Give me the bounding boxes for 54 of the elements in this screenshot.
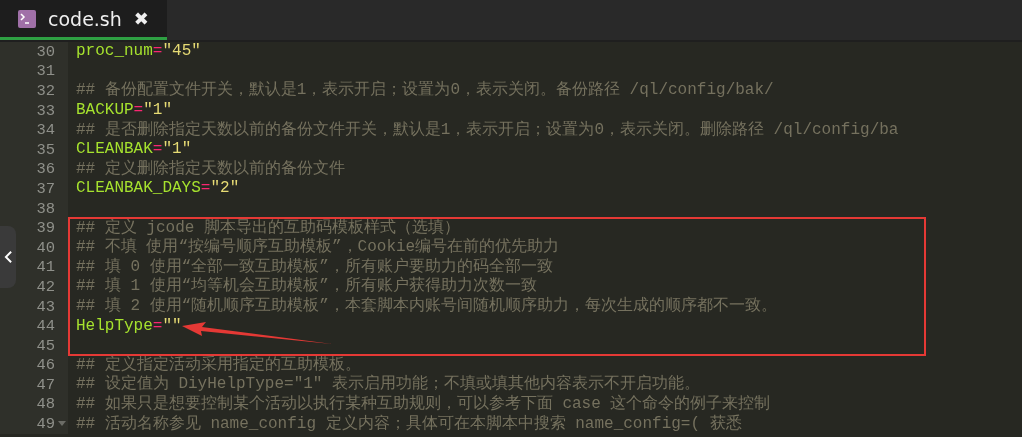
line-number: 30 <box>36 42 55 61</box>
line-number: 32 <box>36 82 55 100</box>
variable-name: HelpType <box>76 316 153 335</box>
line-number: 48 <box>36 395 55 414</box>
equals-operator: = <box>200 179 211 198</box>
code-comment: ## 活动名称参见 name_config 定义内容；具体可在本脚本中搜索 name_config=( 获悉 <box>76 414 742 433</box>
code-comment: ## 设定值为 DiyHelpType="1" 表示启用功能；不填或填其他内容表示不开启功能。 <box>76 375 701 394</box>
variable-name: BACKUP <box>76 101 134 120</box>
line-number: 41 <box>36 258 55 277</box>
code-comment: ## 填 0 使用“全部一致互助模板”，所有账户要助力的码全部一致 <box>76 257 553 276</box>
line-number: 45 <box>36 336 55 355</box>
line-number: 36 <box>36 160 55 179</box>
equals-operator: = <box>152 316 163 335</box>
equals-operator: = <box>152 140 163 159</box>
collapse-handle[interactable] <box>0 226 16 288</box>
variable-name: proc_num <box>76 42 153 61</box>
string-value: "45" <box>162 42 201 61</box>
chevron-left-icon <box>3 250 13 264</box>
code-comment: ## 是否删除指定天数以前的备份文件开关，默认是1，表示开启；设置为0，表示关闭。删除路径 /ql/config/ba <box>76 120 899 139</box>
string-value: "1" <box>143 101 173 120</box>
file-tab[interactable]: code.sh ✖ <box>0 0 167 40</box>
equals-operator: = <box>133 101 144 120</box>
code-comment: ## 定义指定活动采用指定的互助模板。 <box>76 355 361 374</box>
line-number: 42 <box>36 277 55 296</box>
code-comment: ## 定义删除指定天数以前的备份文件 <box>76 159 345 178</box>
code-comment: ## 填 2 使用“随机顺序互助模板”，本套脚本内账号间随机顺序助力，每次生成的顺序都不一致。 <box>76 297 777 315</box>
line-number: 33 <box>36 101 55 120</box>
line-number: 31 <box>36 62 55 81</box>
line-number: 49 <box>36 415 55 434</box>
code-comment: ## 填 1 使用“均等机会互助模板”，所有账户获得助力次数一致 <box>76 277 537 296</box>
line-number: 47 <box>36 375 55 394</box>
line-number: 44 <box>36 317 55 336</box>
fold-icon[interactable] <box>58 421 66 428</box>
variable-name: CLEANBAK <box>76 140 153 159</box>
terminal-icon <box>18 9 36 28</box>
line-number: 38 <box>36 199 55 218</box>
line-number: 40 <box>36 238 55 257</box>
equals-operator: = <box>152 42 163 61</box>
line-number: 46 <box>36 356 55 375</box>
line-number: 37 <box>36 179 55 198</box>
code-comment: ## 不填 使用“按编号顺序互助模板”，Cookie编号在前的优先助力 <box>76 238 560 257</box>
code-comment: ## 备份配置文件开关，默认是1，表示开启；设置为0，表示关闭。备份路径 /ql/config/bak/ <box>76 81 774 100</box>
variable-name: CLEANBAK_DAYS <box>76 179 201 198</box>
string-value: "2" <box>210 179 240 198</box>
line-number: 39 <box>36 219 55 238</box>
close-button[interactable]: ✖ <box>133 8 149 29</box>
line-number: 43 <box>36 297 55 316</box>
string-value: "" <box>162 316 182 335</box>
code-comment: ## 定义 jcode 脚本导出的互助码模板样式（选填） <box>76 218 460 237</box>
tab-title: code.sh <box>48 7 122 30</box>
line-number: 35 <box>36 140 55 159</box>
string-value: "1" <box>162 140 192 159</box>
code-comment: ## 如果只是想要控制某个活动以执行某种互助规则，可以参考下面 case 这个命令的例子来控制 <box>76 395 771 413</box>
line-number: 34 <box>36 121 55 140</box>
